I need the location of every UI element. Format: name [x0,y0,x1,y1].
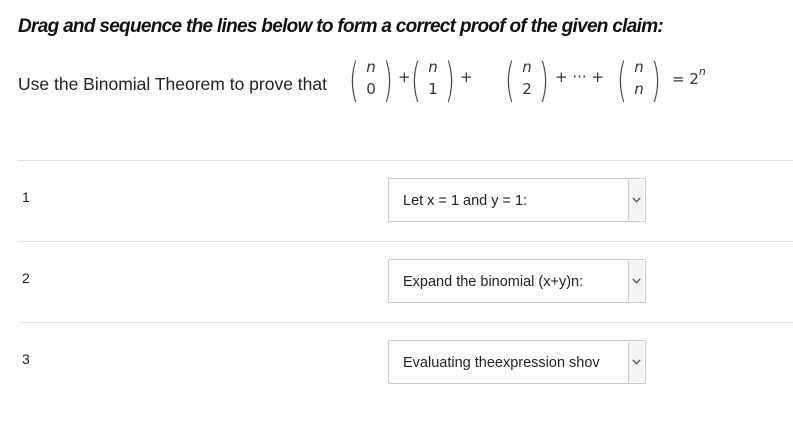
claim-formula: ( n 0 ) + ( n 1 ) + ( n 2 ) + ··· + ( n … [349,53,730,112]
plus-sign: + [460,68,473,86]
chevron-down-icon[interactable] [628,342,644,382]
claim-statement: Use the Binomial Theorem to prove that (… [18,54,718,114]
chevron-down-icon[interactable] [628,261,644,301]
binomial-term-2: ( n 2 ) [505,53,549,107]
step-number: 3 [22,351,30,367]
step-dropdown-2[interactable]: Expand the binomial (x+y)n: [388,259,646,303]
plus-sign: + [398,68,411,86]
dropdown-selected-value: Expand the binomial (x+y)n: [403,274,584,290]
step-number: 2 [22,270,30,286]
exponent: n [698,65,706,78]
binomial-term-n: ( n n ) [617,53,661,107]
dropdown-selected-value: Let x = 1 and y = 1: [403,193,528,209]
ellipsis-sum: + ··· + [555,68,604,86]
step-number: 1 [22,189,30,205]
binomial-term-1: ( n 1 ) [411,53,455,107]
proof-step-row-2: 2 Expand the binomial (x+y)n: [0,241,793,321]
dropdown-selected-value: Evaluating theexpression shov [403,355,600,371]
step-dropdown-3[interactable]: Evaluating theexpression shov [388,340,646,384]
chevron-down-icon[interactable] [628,180,644,220]
proof-step-row-3: 3 Evaluating theexpression shov [0,322,793,402]
binomial-term-0: ( n 0 ) [349,53,393,107]
instruction-heading: Drag and sequence the lines below to for… [18,16,664,37]
claim-prefix: Use the Binomial Theorem to prove that [18,74,328,94]
step-dropdown-1[interactable]: Let x = 1 and y = 1: [388,178,646,222]
proof-step-row-1: 1 Let x = 1 and y = 1: [0,160,793,240]
claim-result: = 2n [672,65,706,88]
